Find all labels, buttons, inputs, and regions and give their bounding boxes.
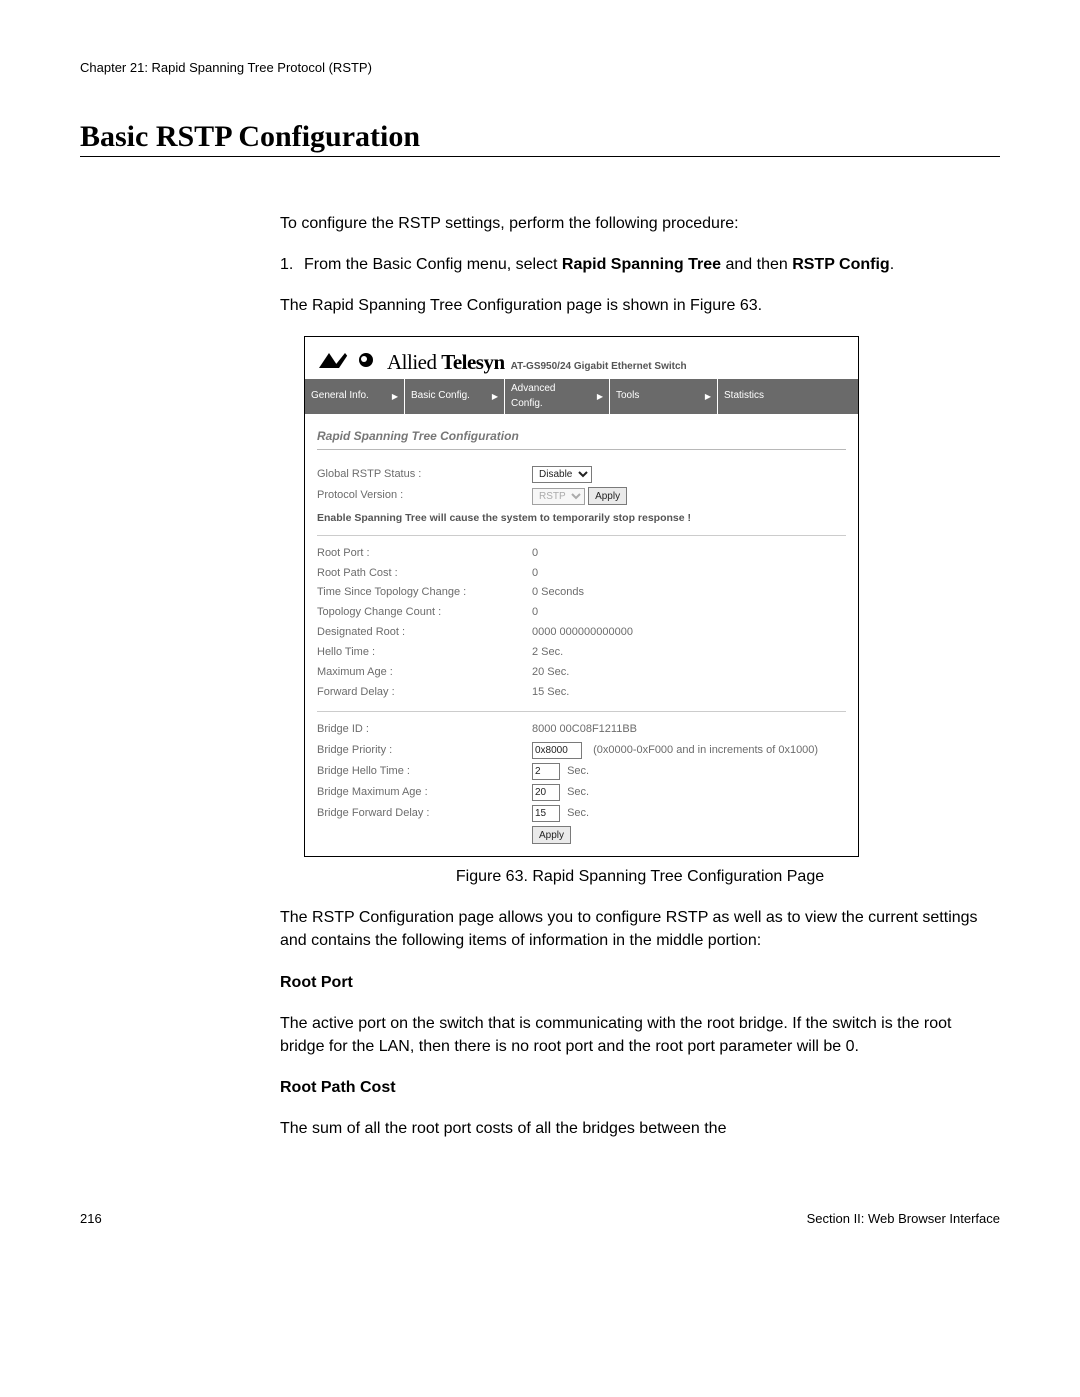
- chevron-right-icon: ▶: [587, 391, 603, 403]
- apply-protocol-button[interactable]: Apply: [588, 487, 627, 505]
- label-bridge-hello-time: Bridge Hello Time :: [317, 764, 532, 780]
- step-1-bold-1: Rapid Spanning Tree: [562, 256, 721, 273]
- label-topology-change-count: Topology Change Count :: [317, 605, 532, 621]
- value-topology-change-count: 0: [532, 605, 538, 621]
- label-bridge-id: Bridge ID :: [317, 722, 532, 738]
- ui-header: Allied Telesyn AT-GS950/24 Gigabit Ether…: [305, 337, 858, 379]
- label-root-path-cost: Root Path Cost :: [317, 566, 532, 582]
- sec-suffix: Sec.: [567, 765, 589, 777]
- after-step-paragraph: The Rapid Spanning Tree Configuration pa…: [280, 294, 1000, 317]
- label-maximum-age: Maximum Age :: [317, 665, 532, 681]
- menu-tools[interactable]: Tools ▶: [610, 379, 718, 414]
- menu-basic-config[interactable]: Basic Config. ▶: [405, 379, 505, 414]
- menu-general-info[interactable]: General Info. ▶: [305, 379, 405, 414]
- step-1-text-e: .: [890, 256, 894, 273]
- chapter-header: Chapter 21: Rapid Spanning Tree Protocol…: [80, 60, 1000, 75]
- global-rstp-status-select[interactable]: Disable: [532, 466, 592, 483]
- section-title: Basic RSTP Configuration: [80, 120, 1000, 157]
- menu-statistics-label: Statistics: [724, 389, 764, 404]
- brand-text: Allied Telesyn: [387, 347, 505, 377]
- label-forward-delay: Forward Delay :: [317, 685, 532, 701]
- label-bridge-maximum-age: Bridge Maximum Age :: [317, 785, 532, 801]
- apply-button[interactable]: Apply: [532, 826, 571, 844]
- menu-statistics[interactable]: Statistics: [718, 379, 858, 414]
- figure-caption: Figure 63. Rapid Spanning Tree Configura…: [280, 865, 1000, 888]
- brand-telesyn: Telesyn: [441, 350, 504, 374]
- allied-telesyn-logo-icon: [319, 351, 381, 369]
- menu-tools-label: Tools: [616, 389, 639, 404]
- menu-basic-config-label: Basic Config.: [411, 389, 470, 404]
- label-designated-root: Designated Root :: [317, 625, 532, 641]
- step-1: 1. From the Basic Config menu, select Ra…: [280, 253, 1000, 276]
- bridge-priority-hint: (0x0000-0xF000 and in increments of 0x10…: [593, 744, 818, 756]
- chevron-right-icon: ▶: [695, 391, 711, 403]
- divider: [317, 535, 846, 536]
- bridge-maximum-age-input[interactable]: [532, 784, 560, 801]
- menu-advanced-config-label: Advanced Config.: [511, 382, 587, 411]
- root-path-cost-description: The sum of all the root port costs of al…: [280, 1117, 1000, 1140]
- step-1-text-c: and then: [721, 256, 792, 273]
- root-port-heading: Root Port: [280, 971, 1000, 994]
- step-1-text-a: From the Basic Config menu, select: [304, 256, 562, 273]
- label-time-since-topology: Time Since Topology Change :: [317, 585, 532, 601]
- label-hello-time: Hello Time :: [317, 645, 532, 661]
- value-hello-time: 2 Sec.: [532, 645, 563, 661]
- protocol-version-select[interactable]: RSTP: [532, 488, 585, 505]
- after-figure-paragraph: The RSTP Configuration page allows you t…: [280, 906, 1000, 952]
- menubar: General Info. ▶ Basic Config. ▶ Advanced C…: [305, 379, 858, 414]
- menu-advanced-config[interactable]: Advanced Config.▶: [505, 379, 610, 414]
- bridge-forward-delay-input[interactable]: [532, 805, 560, 822]
- intro-paragraph: To configure the RSTP settings, perform …: [280, 212, 1000, 235]
- value-bridge-id: 8000 00C08F1211BB: [532, 722, 637, 738]
- chevron-right-icon: ▶: [482, 391, 498, 403]
- label-global-rstp-status: Global RSTP Status :: [317, 467, 532, 483]
- bridge-priority-input[interactable]: [532, 742, 582, 759]
- value-forward-delay: 15 Sec.: [532, 685, 569, 701]
- value-maximum-age: 20 Sec.: [532, 665, 569, 681]
- step-1-number: 1.: [280, 253, 304, 276]
- sec-suffix: Sec.: [567, 807, 589, 819]
- step-1-bold-2: RSTP Config: [792, 256, 889, 273]
- page-number: 216: [80, 1211, 102, 1226]
- value-root-port: 0: [532, 546, 538, 562]
- root-path-cost-heading: Root Path Cost: [280, 1076, 1000, 1099]
- label-bridge-priority: Bridge Priority :: [317, 743, 532, 759]
- value-root-path-cost: 0: [532, 566, 538, 582]
- label-protocol-version: Protocol Version :: [317, 488, 532, 504]
- bridge-hello-time-input[interactable]: [532, 763, 560, 780]
- chevron-right-icon: ▶: [382, 391, 398, 403]
- brand-allied: Allied: [387, 350, 437, 374]
- rstp-config-screenshot: Allied Telesyn AT-GS950/24 Gigabit Ether…: [304, 336, 859, 857]
- menu-general-info-label: General Info.: [311, 389, 369, 404]
- footer-section: Section II: Web Browser Interface: [807, 1211, 1000, 1226]
- divider: [317, 711, 846, 712]
- root-port-description: The active port on the switch that is co…: [280, 1012, 1000, 1058]
- step-1-text: From the Basic Config menu, select Rapid…: [304, 253, 1000, 276]
- spanning-tree-warning: Enable Spanning Tree will cause the syst…: [317, 511, 846, 526]
- label-root-port: Root Port :: [317, 546, 532, 562]
- product-subtitle: AT-GS950/24 Gigabit Ethernet Switch: [511, 360, 687, 375]
- sec-suffix: Sec.: [567, 786, 589, 798]
- value-time-since-topology: 0 Seconds: [532, 585, 584, 601]
- panel-title: Rapid Spanning Tree Configuration: [317, 428, 846, 450]
- label-bridge-forward-delay: Bridge Forward Delay :: [317, 806, 532, 822]
- value-designated-root: 0000 000000000000: [532, 625, 633, 641]
